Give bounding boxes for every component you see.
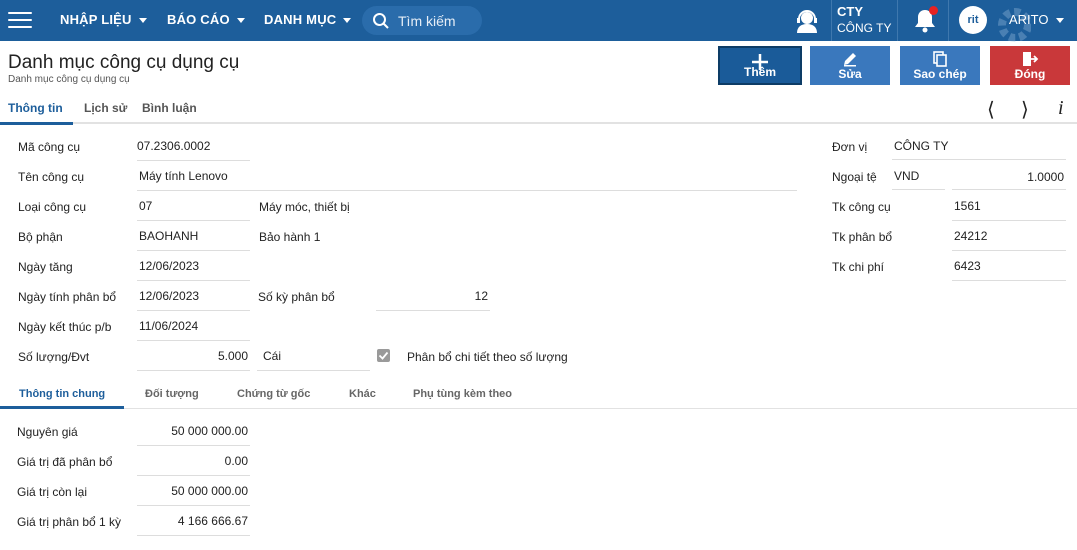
close-button[interactable]: Đóng (990, 46, 1070, 85)
active-tab-indicator (0, 122, 73, 125)
label-ngay-ket-thuc: Ngày kết thúc p/b (18, 320, 112, 334)
caret-down-icon (1055, 18, 1064, 24)
company-selector[interactable]: CTY CÔNG TY (837, 4, 891, 36)
caret-down-icon (236, 18, 245, 24)
label-don-vi: Đơn vị (832, 140, 868, 154)
label-gia-tri-da-phan-bo: Giá trị đã phân bổ (17, 455, 113, 469)
exit-icon (1023, 52, 1039, 66)
checkbox-phan-bo-chi-tiet[interactable] (377, 349, 390, 362)
subtab-chung-tu-goc[interactable]: Chứng từ gốc (237, 388, 310, 400)
search-placeholder: Tìm kiếm (398, 13, 456, 29)
avatar[interactable]: rit (959, 6, 987, 34)
menu-label: NHẬP LIỆU (60, 12, 132, 27)
input-ngay-tang[interactable]: 12/06/2023 (137, 251, 250, 281)
input-so-ky-phan-bo[interactable]: 12 (376, 281, 490, 311)
add-button-label: Thêm (743, 65, 776, 79)
label-tk-chi-phi: Tk chi phí (832, 260, 885, 274)
input-gia-tri-con-lai[interactable]: 50 000 000.00 (137, 476, 250, 506)
info-icon[interactable]: i (1058, 97, 1064, 120)
hamburger-menu-icon[interactable] (8, 12, 32, 29)
label-gia-tri-con-lai: Giá trị còn lại (17, 485, 88, 499)
input-ngay-tinh-phan-bo[interactable]: 12/06/2023 (137, 281, 250, 311)
company-code: CTY (837, 4, 863, 19)
label-phan-bo-chi-tiet: Phân bổ chi tiết theo số lượng (407, 350, 568, 364)
copy-icon (933, 51, 947, 67)
menu-label: DANH MỤC (264, 12, 337, 27)
label-ngay-tang: Ngày tăng (18, 260, 73, 274)
divider (948, 0, 949, 41)
search-icon (373, 13, 389, 29)
menu-danh-muc[interactable]: DANH MỤC (264, 12, 352, 27)
add-button[interactable]: Thêm (718, 46, 802, 85)
edit-button[interactable]: Sửa (810, 46, 890, 85)
active-subtab-indicator (0, 406, 124, 409)
input-gia-tri-phan-bo-1-ky[interactable]: 4 166 666.67 (137, 506, 250, 536)
subtab-phu-tung[interactable]: Phụ tùng kèm theo (413, 388, 512, 400)
search-box[interactable]: Tìm kiếm (362, 6, 482, 35)
input-gia-tri-da-phan-bo[interactable]: 0.00 (137, 446, 250, 476)
input-nguyen-gia[interactable]: 50 000 000.00 (137, 416, 250, 446)
page-title: Danh mục công cụ dụng cụ (8, 52, 240, 73)
input-tk-phan-bo[interactable]: 24212 (952, 221, 1066, 251)
tab-lich-su[interactable]: Lịch sử (84, 101, 127, 115)
input-ngay-ket-thuc[interactable]: 11/06/2024 (137, 311, 250, 341)
input-ty-gia[interactable]: 1.0000 (952, 160, 1066, 190)
menu-nhap-lieu[interactable]: NHẬP LIỆU (60, 12, 147, 27)
prev-record-icon[interactable]: ⟨ (987, 97, 995, 122)
label-ngoai-te: Ngoại tệ (832, 170, 877, 184)
caret-down-icon (138, 18, 147, 24)
copy-button-label: Sao chép (913, 67, 967, 81)
input-ma-cong-cu[interactable]: 07.2306.0002 (137, 131, 250, 161)
breadcrumb: Danh mục công cụ dụng cụ (8, 74, 130, 85)
tab-thong-tin[interactable]: Thông tin (8, 101, 63, 115)
next-record-icon[interactable]: ⟩ (1021, 97, 1029, 122)
label-nguyen-gia: Nguyên giá (17, 425, 78, 439)
subtab-doi-tuong[interactable]: Đối tượng (145, 388, 199, 400)
menu-bao-cao[interactable]: BÁO CÁO (167, 12, 245, 27)
input-ten-cong-cu[interactable]: Máy tính Lenovo (137, 161, 797, 191)
text-bo-phan-name: Bảo hành 1 (259, 230, 321, 244)
subtab-thong-tin-chung[interactable]: Thông tin chung (19, 388, 105, 400)
subtab-khac[interactable]: Khác (349, 388, 376, 400)
edit-button-label: Sửa (838, 67, 862, 81)
tab-binh-luan[interactable]: Bình luận (142, 101, 197, 115)
user-name: ARITO (1009, 12, 1049, 27)
label-tk-phan-bo: Tk phân bổ (832, 230, 893, 244)
label-loai-cong-cu: Loại công cụ (18, 200, 87, 214)
input-ngoai-te[interactable]: VND (892, 160, 945, 190)
label-ten-cong-cu: Tên công cụ (18, 170, 85, 184)
label-tk-cong-cu: Tk công cụ (832, 200, 891, 214)
company-name: CÔNG TY (837, 21, 892, 35)
avatar-text: rit (967, 14, 979, 26)
caret-down-icon (343, 18, 352, 24)
user-menu[interactable]: ARITO (1009, 12, 1064, 27)
input-so-luong[interactable]: 5.000 (137, 341, 250, 371)
pencil-icon (844, 53, 856, 67)
input-don-vi-tinh[interactable]: Cái (257, 341, 370, 371)
text-loai-cong-cu-name: Máy móc, thiết bị (259, 200, 350, 214)
input-loai-cong-cu-code[interactable]: 07 (137, 191, 250, 221)
label-so-luong: Số lượng/Đvt (18, 350, 90, 364)
input-don-vi[interactable]: CÔNG TY (892, 130, 1066, 160)
support-icon[interactable] (794, 8, 820, 34)
check-icon (378, 351, 389, 360)
copy-button[interactable]: Sao chép (900, 46, 980, 85)
divider (831, 0, 832, 41)
label-ngay-tinh-phan-bo: Ngày tính phân bổ (18, 290, 117, 304)
label-ma-cong-cu: Mã công cụ (18, 140, 81, 154)
label-so-ky-phan-bo: Số kỳ phân bổ (258, 290, 335, 304)
input-tk-cong-cu[interactable]: 1561 (952, 191, 1066, 221)
input-tk-chi-phi[interactable]: 6423 (952, 251, 1066, 281)
divider (897, 0, 898, 41)
notification-dot (929, 6, 938, 15)
input-bo-phan-code[interactable]: BAOHANH (137, 221, 250, 251)
label-bo-phan: Bộ phận (18, 230, 63, 244)
label-gia-tri-phan-bo-1-ky: Giá trị phân bổ 1 kỳ (17, 515, 122, 529)
top-navbar: NHẬP LIỆU BÁO CÁO DANH MỤC Tìm kiếm CTY … (0, 0, 1077, 42)
close-button-label: Đóng (1014, 67, 1046, 81)
menu-label: BÁO CÁO (167, 12, 230, 27)
